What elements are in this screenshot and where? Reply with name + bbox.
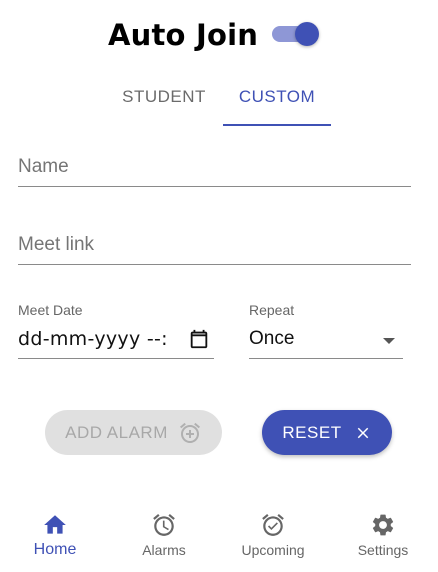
nav-upcoming-label: Upcoming [241,542,305,558]
meet-date-underline [18,358,214,359]
alarm-add-icon [179,422,200,443]
auto-join-toggle[interactable] [272,22,319,46]
tab-custom[interactable]: CUSTOM [223,76,331,126]
nav-home-label: Home [33,541,77,558]
repeat-label: Repeat [249,302,295,318]
repeat-select[interactable]: Repeat Once [249,302,403,359]
nav-settings[interactable]: Settings [328,506,438,566]
nav-home[interactable]: Home [0,506,110,566]
home-icon [44,515,66,534]
meet-link-placeholder: Meet link [18,234,95,255]
add-alarm-label: ADD ALARM [65,422,168,442]
app-title: Auto Join [108,18,259,52]
reset-label: RESET [282,422,342,442]
mode-tabs: STUDENT CUSTOM [106,76,346,128]
name-placeholder: Name [18,156,69,177]
meet-link-input[interactable]: Meet link [18,228,411,265]
repeat-underline [249,358,403,359]
alarm-check-icon [262,514,284,536]
calendar-icon[interactable] [188,328,210,350]
close-icon [357,427,368,438]
meet-link-underline [18,264,411,265]
chevron-down-icon [383,338,395,344]
name-input[interactable]: Name [18,150,411,187]
toggle-thumb [295,22,319,46]
active-tab-indicator [223,124,331,126]
nav-alarms-label: Alarms [142,542,186,558]
nav-settings-label: Settings [357,542,409,558]
repeat-value: Once [249,328,295,349]
add-alarm-button[interactable]: ADD ALARM [45,410,222,455]
meet-date-input[interactable]: Meet Date dd-mm-yyyy --: [18,302,214,359]
tab-student[interactable]: STUDENT [106,76,222,126]
gear-icon [372,514,394,536]
meet-date-label: Meet Date [18,302,83,318]
bottom-navigation: Home Alarms Upcoming Settings [0,506,438,572]
app-header: Auto Join [0,14,438,54]
name-underline [18,186,411,187]
nav-alarms[interactable]: Alarms [109,506,219,566]
reset-button[interactable]: RESET [262,410,392,455]
alarm-icon [153,514,175,536]
nav-upcoming[interactable]: Upcoming [218,506,328,566]
meet-date-value: dd-mm-yyyy --: [18,328,168,350]
